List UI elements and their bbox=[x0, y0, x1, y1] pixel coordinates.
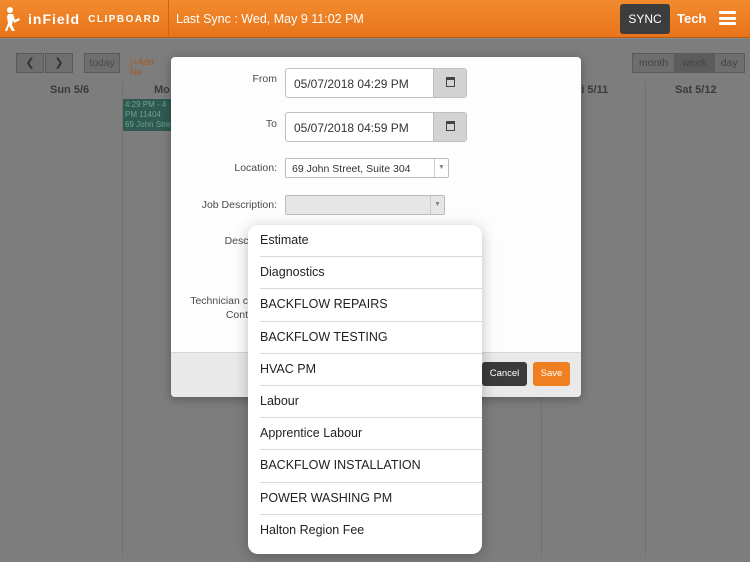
prev-week-button[interactable]: ❮ bbox=[16, 53, 44, 73]
chevron-left-icon: ❮ bbox=[25, 57, 35, 69]
add-new-link[interactable]: [+Add Ne bbox=[130, 57, 154, 77]
technician-label: Technician c bbox=[190, 295, 248, 307]
job-description-dropdown: Estimate Diagnostics BACKFLOW REPAIRS BA… bbox=[248, 225, 482, 554]
description-label: Descr bbox=[224, 235, 252, 247]
job-description-label: Job Description: bbox=[201, 199, 277, 211]
from-calendar-button[interactable] bbox=[433, 69, 466, 97]
save-button[interactable]: Save bbox=[533, 362, 570, 386]
from-datetime-value: 05/07/2018 04:29 PM bbox=[294, 77, 409, 91]
location-label: Location: bbox=[234, 162, 277, 174]
to-label: To bbox=[265, 118, 277, 130]
view-month-button[interactable]: month bbox=[632, 53, 676, 73]
to-datetime-value: 05/07/2018 04:59 PM bbox=[294, 121, 409, 135]
dropdown-option[interactable]: Estimate bbox=[260, 225, 482, 258]
chevron-down-icon: ▼ bbox=[434, 159, 448, 177]
from-datetime-field[interactable]: 05/07/2018 04:29 PM bbox=[285, 68, 467, 98]
calendar-icon bbox=[446, 77, 455, 87]
location-select[interactable]: 69 John Street, Suite 304 ▼ bbox=[285, 158, 449, 178]
dropdown-option[interactable]: BACKFLOW INSTALLATION bbox=[260, 450, 482, 483]
dropdown-option[interactable]: Apprentice Labour bbox=[260, 418, 482, 451]
day-column-divider bbox=[122, 81, 123, 556]
user-role-label[interactable]: Tech bbox=[677, 11, 706, 26]
calendar-event[interactable]: 4:29 PM - 4 PM 11404 69 John Stre bbox=[123, 99, 173, 131]
contact-label: Cont bbox=[225, 309, 248, 321]
next-week-button[interactable]: ❯ bbox=[45, 53, 73, 73]
from-label: From bbox=[252, 73, 278, 85]
view-week-button[interactable]: week bbox=[675, 53, 714, 73]
chevron-down-icon: ▼ bbox=[430, 196, 444, 214]
day-header-sun: Sun 5/6 bbox=[50, 84, 90, 96]
to-calendar-button[interactable] bbox=[433, 113, 466, 141]
day-header-mon: Mo bbox=[154, 84, 170, 96]
day-header-sat: Sat 5/12 bbox=[675, 84, 717, 96]
top-bar: inField CLIPBOARD Last Sync : Wed, May 9… bbox=[0, 0, 750, 38]
sync-button[interactable]: SYNC bbox=[620, 4, 670, 34]
cancel-button[interactable]: Cancel bbox=[482, 362, 527, 386]
dropdown-option[interactable]: HVAC PM bbox=[260, 354, 482, 386]
location-value: 69 John Street, Suite 304 bbox=[292, 163, 411, 175]
logo-secondary-text: CLIPBOARD bbox=[88, 13, 162, 25]
job-description-select[interactable]: ▼ bbox=[285, 195, 445, 215]
dropdown-option[interactable]: BACKFLOW REPAIRS bbox=[260, 289, 482, 322]
logo-primary-text: inField bbox=[28, 11, 81, 27]
dropdown-option[interactable]: POWER WASHING PM bbox=[260, 483, 482, 515]
day-header-fri: ri 5/11 bbox=[577, 84, 609, 96]
dropdown-option[interactable]: BACKFLOW TESTING bbox=[260, 322, 482, 354]
hamburger-menu-icon[interactable] bbox=[719, 11, 736, 25]
last-sync-status: Last Sync : Wed, May 9 11:02 PM bbox=[176, 12, 364, 26]
to-datetime-field[interactable]: 05/07/2018 04:59 PM bbox=[285, 112, 467, 142]
calendar-icon bbox=[446, 121, 455, 131]
dropdown-option[interactable]: Labour bbox=[260, 386, 482, 419]
view-day-button[interactable]: day bbox=[713, 53, 745, 73]
dropdown-option[interactable]: Diagnostics bbox=[260, 257, 482, 290]
view-switcher: month week day bbox=[632, 53, 745, 73]
today-button[interactable]: today bbox=[84, 53, 120, 73]
dropdown-option[interactable]: Halton Region Fee bbox=[260, 515, 482, 547]
chevron-right-icon: ❯ bbox=[54, 57, 64, 69]
day-column-divider bbox=[645, 81, 646, 556]
header-divider bbox=[168, 0, 169, 38]
walking-person-icon bbox=[4, 6, 24, 32]
app-logo: inField CLIPBOARD bbox=[4, 6, 161, 32]
